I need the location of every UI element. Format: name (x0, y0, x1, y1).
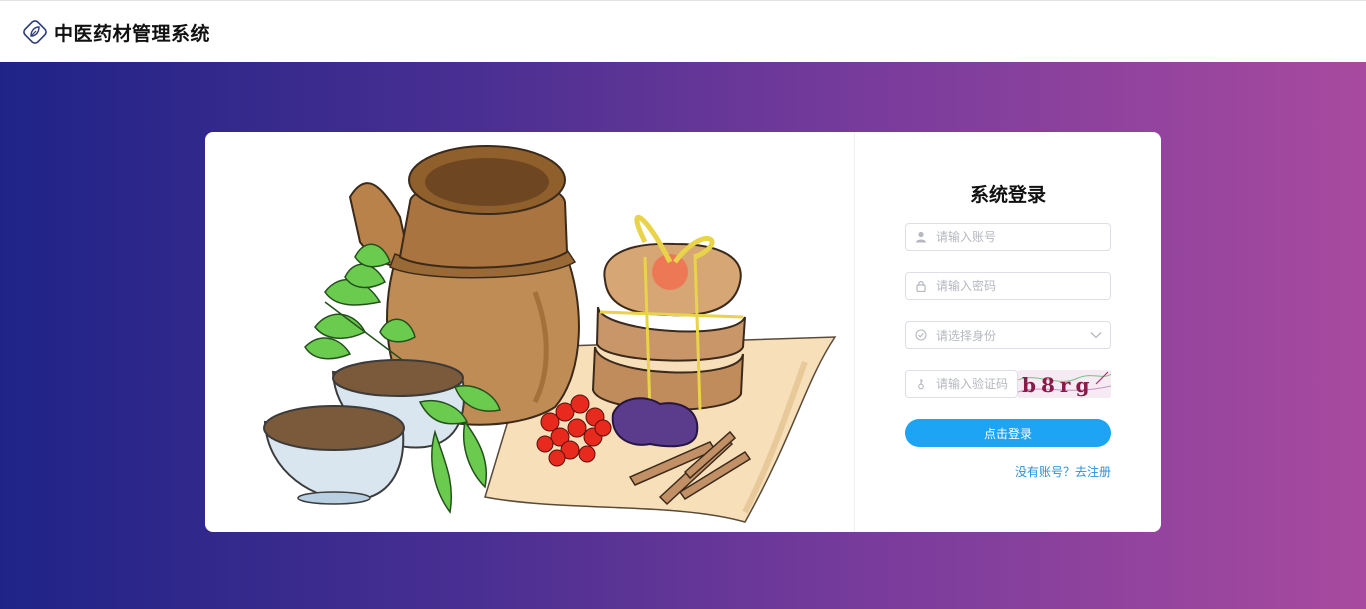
check-circle-icon (906, 322, 936, 348)
chevron-down-icon[interactable] (1082, 322, 1110, 348)
account-field[interactable] (905, 223, 1111, 251)
account-input[interactable] (936, 225, 1086, 249)
password-field[interactable] (905, 272, 1111, 300)
herbal-medicine-illustration (205, 132, 855, 532)
captcha-code: b8rg (1022, 373, 1094, 397)
app-title: 中医药材管理系统 (54, 22, 211, 45)
leaf-diamond-icon (23, 20, 47, 44)
brand: 中医药材管理系统 (20, 17, 210, 47)
role-select[interactable]: 请选择身份 (905, 321, 1111, 349)
lock-icon (906, 273, 936, 299)
user-icon (906, 224, 936, 250)
password-input[interactable] (936, 274, 1086, 298)
key-icon (906, 371, 936, 397)
login-title: 系统登录 (969, 184, 1046, 206)
top-bar: 中医药材管理系统 (0, 0, 1366, 62)
captcha-input[interactable] (936, 372, 1016, 396)
login-card: 系统登录 请选择身份 (205, 132, 1161, 532)
herbal-illustration-art (263, 145, 837, 523)
register-link[interactable]: 没有账号？去注册 (1015, 463, 1111, 480)
login-button[interactable]: 点击登录 (905, 419, 1111, 447)
login-panel: 系统登录 请选择身份 (855, 132, 1161, 532)
role-placeholder: 请选择身份 (936, 328, 997, 343)
captcha-field[interactable] (905, 370, 1018, 398)
login-background: 系统登录 请选择身份 (0, 62, 1366, 609)
captcha-image[interactable]: b8rg (1018, 370, 1111, 398)
